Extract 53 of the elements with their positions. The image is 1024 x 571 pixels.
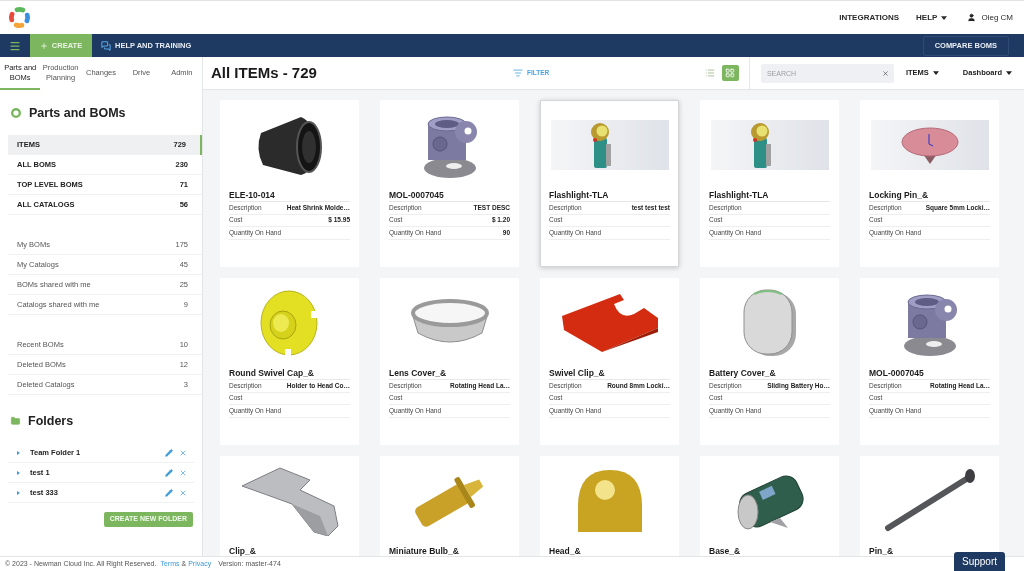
part-title: ELE-10-014 [229,188,275,202]
section-title: Parts and BOMs [29,104,126,122]
cross-icon[interactable] [179,468,187,477]
part-card[interactable]: Miniature Bulb_& [380,456,519,556]
part-title: Pin_& [869,544,894,556]
part-card[interactable]: Pin_& [860,456,999,556]
ring-icon [11,108,21,118]
user-icon [967,13,977,22]
part-title: Lens Cover_& [389,366,447,380]
part-title: Locking Pin_& [869,188,929,202]
close-icon[interactable] [881,69,889,77]
section-title: Folders [28,412,74,430]
part-title: MOL-0007045 [389,188,444,202]
part-card[interactable]: Head_& [540,456,679,556]
caret-right-icon[interactable] [17,470,20,475]
caret-down-icon [941,15,948,20]
caret-right-icon[interactable] [17,490,20,495]
grid-view-button[interactable] [721,65,739,81]
part-card[interactable]: Clip_& [220,456,359,556]
pencil-icon[interactable] [165,488,173,497]
caret-down-icon [1006,71,1012,75]
part-title: Clip_& [229,544,256,556]
part-title: MOL-0007045 [869,366,924,380]
user-menu[interactable]: Oleg CM [967,11,1013,24]
logo-icon[interactable] [8,6,31,29]
part-title: Swivel Clip_& [549,366,605,380]
part-title: Head_& [549,544,581,556]
part-title: Battery Cover_& [709,366,776,380]
part-card[interactable]: Base_& [700,456,839,556]
folder-icon [10,416,21,426]
part-title: Flashlight-TLA [709,188,769,202]
part-title: Base_& [709,544,741,556]
part-title: Round Swivel Cap_& [229,366,314,380]
grid-icon [725,68,736,78]
part-title: Flashlight-TLA [549,188,609,202]
chat-icon [101,40,111,51]
support-button[interactable]: Support [954,552,1005,571]
part-render-drawing [741,288,798,358]
pencil-icon[interactable] [165,448,173,457]
list-icon [705,68,716,78]
header-menu[interactable]: HELP [916,11,948,24]
plus-icon [39,41,48,50]
menu-icon[interactable] [9,39,21,52]
filter-icon [512,68,524,78]
page-title: All ITEMs - 729 [211,62,317,83]
caret-right-icon[interactable] [17,450,20,455]
part-render-drawing [258,289,321,357]
cross-icon[interactable] [179,488,187,497]
header-link[interactable]: INTEGRATIONS [839,11,900,24]
cross-icon[interactable] [179,448,187,457]
part-title: Miniature Bulb_& [389,544,459,556]
caret-down-icon [932,71,939,75]
pencil-icon[interactable] [165,468,173,477]
